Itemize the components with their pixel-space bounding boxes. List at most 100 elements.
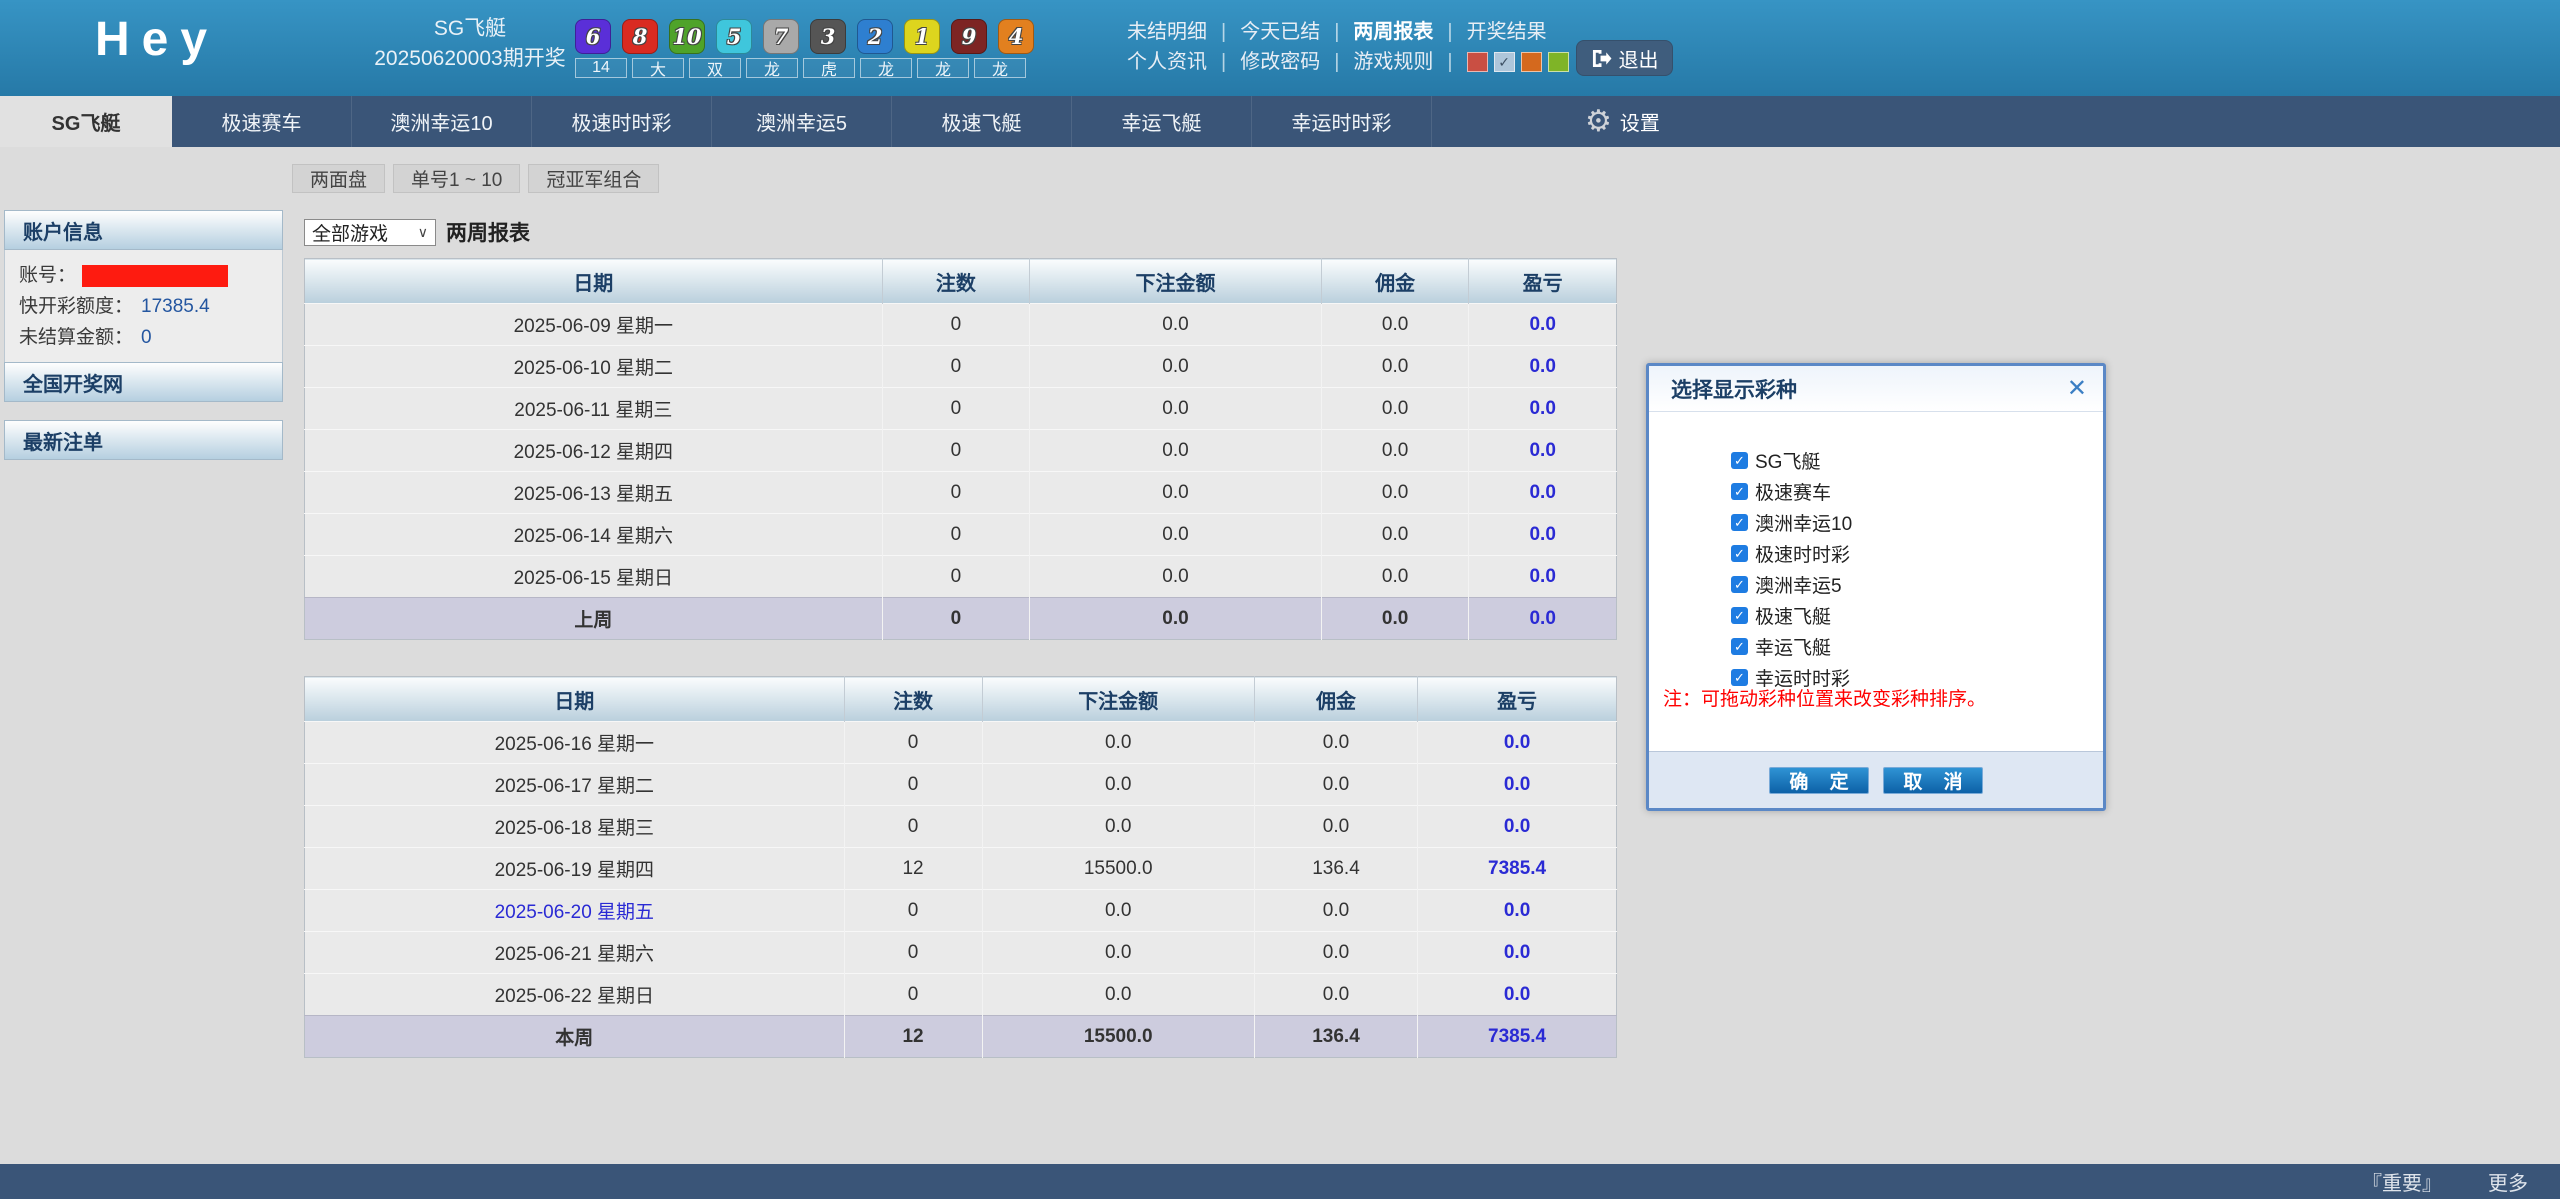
lottery-option-澳洲幸运10[interactable]: ✓澳洲幸运10: [1731, 507, 2103, 538]
column-header: 注数: [844, 677, 982, 722]
checkbox-checked[interactable]: ✓: [1731, 576, 1748, 593]
settings-button[interactable]: ⚙ 设置: [1585, 96, 1660, 147]
page: Hey SG飞艇 20250620003期开奖 68105732194 14大双…: [0, 0, 2560, 1199]
header-link[interactable]: 两周报表: [1353, 17, 1433, 47]
nav-tab-幸运时时彩[interactable]: 幸运时时彩: [1252, 96, 1432, 147]
header-links-row1: 未结明细|今天已结|两周报表|开奖结果: [1127, 17, 1569, 47]
lottery-option-澳洲幸运5[interactable]: ✓澳洲幸运5: [1731, 569, 2103, 600]
result-tag: 虎: [803, 58, 855, 78]
nav-tab-极速时时彩[interactable]: 极速时时彩: [532, 96, 712, 147]
amount-cell: 0.0: [1030, 388, 1322, 430]
quota-value: 17385.4: [141, 296, 210, 317]
nav-tabs: SG飞艇极速赛车澳洲幸运10极速时时彩澳洲幸运5极速飞艇幸运飞艇幸运时时彩: [0, 96, 1432, 147]
amount-cell: 15500.0: [982, 1016, 1254, 1058]
sub-tab[interactable]: 两面盘: [292, 164, 385, 193]
date-cell: 2025-06-19 星期四: [305, 848, 845, 890]
lottery-option-极速时时彩[interactable]: ✓极速时时彩: [1731, 538, 2103, 569]
bets-cell: 0: [844, 932, 982, 974]
header-link[interactable]: 修改密码: [1240, 47, 1320, 77]
header-link[interactable]: 游戏规则: [1353, 47, 1433, 77]
commission-cell: 0.0: [1321, 556, 1469, 598]
checkbox-checked[interactable]: ✓: [1731, 607, 1748, 624]
commission-cell: 0.0: [1321, 388, 1469, 430]
lottery-option-label: 幸运飞艇: [1755, 633, 1831, 660]
account-number-redacted: [82, 265, 228, 287]
lottery-option-极速赛车[interactable]: ✓极速赛车: [1731, 476, 2103, 507]
date-cell: 2025-06-14 星期六: [305, 514, 883, 556]
date-cell: 2025-06-13 星期五: [305, 472, 883, 514]
result-balls: 68105732194: [575, 19, 1034, 54]
checkbox-checked[interactable]: ✓: [1731, 638, 1748, 655]
checkbox-checked[interactable]: ✓: [1731, 514, 1748, 531]
table-row: 2025-06-18 星期三00.00.00.0: [305, 806, 1617, 848]
result-ball: 10: [669, 19, 705, 54]
checkbox-checked[interactable]: ✓: [1731, 545, 1748, 562]
nav-tab-澳洲幸运5[interactable]: 澳洲幸运5: [712, 96, 892, 147]
nav-tab-澳洲幸运10[interactable]: 澳洲幸运10: [352, 96, 532, 147]
bets-cell: 0: [844, 806, 982, 848]
skin-swatch[interactable]: [1467, 52, 1488, 72]
national-draws-box: 全国开奖网: [4, 362, 283, 402]
more-link[interactable]: 更多: [2488, 1167, 2528, 1196]
checkbox-checked[interactable]: ✓: [1731, 452, 1748, 469]
bets-cell: 12: [844, 1016, 982, 1058]
latest-orders-header[interactable]: 最新注单: [4, 420, 283, 460]
result-tag: 龙: [917, 58, 969, 78]
nav-tab-极速赛车[interactable]: 极速赛车: [172, 96, 352, 147]
result-tag: 双: [689, 58, 741, 78]
header-link[interactable]: 个人资讯: [1127, 47, 1207, 77]
table-row: 2025-06-17 星期二00.00.00.0: [305, 764, 1617, 806]
close-icon[interactable]: ✕: [2067, 377, 2087, 401]
link-separator: |: [1221, 47, 1226, 77]
table-row: 2025-06-13 星期五00.00.00.0: [305, 472, 1617, 514]
skin-swatch[interactable]: [1521, 52, 1542, 72]
header-link[interactable]: 今天已结: [1240, 17, 1320, 47]
site-logo: Hey: [95, 12, 219, 67]
sub-tab[interactable]: 单号1 ~ 10: [393, 164, 520, 193]
result-ball: 6: [575, 19, 611, 54]
modal-note: 注：可拖动彩种位置来改变彩种排序。: [1663, 684, 1986, 711]
result-tag: 龙: [860, 58, 912, 78]
game-select[interactable]: 全部游戏 ∨: [304, 219, 436, 246]
lottery-option-极速飞艇[interactable]: ✓极速飞艇: [1731, 600, 2103, 631]
profit-cell: 0.0: [1469, 472, 1617, 514]
settings-label: 设置: [1620, 107, 1660, 136]
amount-cell: 0.0: [982, 806, 1254, 848]
header-links: 未结明细|今天已结|两周报表|开奖结果 个人资讯|修改密码|游戏规则|✓: [1127, 17, 1569, 77]
bets-cell: 0: [844, 722, 982, 764]
commission-cell: 0.0: [1254, 890, 1417, 932]
bets-cell: 0: [882, 556, 1030, 598]
cancel-button[interactable]: 取 消: [1883, 767, 1983, 794]
bets-cell: 0: [882, 514, 1030, 556]
profit-cell: 0.0: [1418, 932, 1617, 974]
national-draws-header[interactable]: 全国开奖网: [4, 362, 283, 402]
nav-tab-极速飞艇[interactable]: 极速飞艇: [892, 96, 1072, 147]
lottery-option-幸运飞艇[interactable]: ✓ 幸运飞艇: [1731, 631, 2103, 662]
table-row: 2025-06-09 星期一00.00.00.0: [305, 304, 1617, 346]
nav-tab-SG飞艇[interactable]: SG飞艇: [0, 96, 172, 147]
lottery-option-SG飞艇[interactable]: ✓SG飞艇: [1731, 445, 2103, 476]
confirm-button[interactable]: 确 定: [1769, 767, 1869, 794]
profit-cell: 0.0: [1469, 304, 1617, 346]
skin-swatch[interactable]: ✓: [1494, 52, 1515, 72]
bets-cell: 0: [882, 430, 1030, 472]
header-link[interactable]: 开奖结果: [1467, 17, 1547, 47]
quota-row: 快开彩额度：17385.4: [19, 291, 270, 322]
amount-cell: 0.0: [1030, 556, 1322, 598]
amount-cell: 15500.0: [982, 848, 1254, 890]
this-week-table: 日期注数下注金额佣金盈亏 2025-06-16 星期一00.00.00.0202…: [304, 676, 1617, 1058]
logout-label: 退出: [1619, 44, 1659, 73]
amount-cell: 0.0: [982, 722, 1254, 764]
checkbox-checked[interactable]: ✓: [1731, 483, 1748, 500]
main-content: 两面盘单号1 ~ 10冠亚军组合 全部游戏 ∨ 两周报表 日期注数下注金额佣金盈…: [287, 147, 2560, 1164]
skin-swatch[interactable]: [1548, 52, 1569, 72]
header-link[interactable]: 未结明细: [1127, 17, 1207, 47]
sub-tab[interactable]: 冠亚军组合: [528, 164, 659, 193]
body-area: 账户信息 账号： 快开彩额度：17385.4 未结算金额：0 全国开奖网: [0, 147, 2560, 1164]
date-cell[interactable]: 2025-06-20 星期五: [305, 890, 845, 932]
nav-tab-幸运飞艇[interactable]: 幸运飞艇: [1072, 96, 1252, 147]
logout-button[interactable]: 退出: [1576, 40, 1673, 76]
amount-cell: 0.0: [1030, 430, 1322, 472]
unsettled-label: 未结算金额：: [19, 327, 133, 348]
column-header: 佣金: [1321, 259, 1469, 304]
